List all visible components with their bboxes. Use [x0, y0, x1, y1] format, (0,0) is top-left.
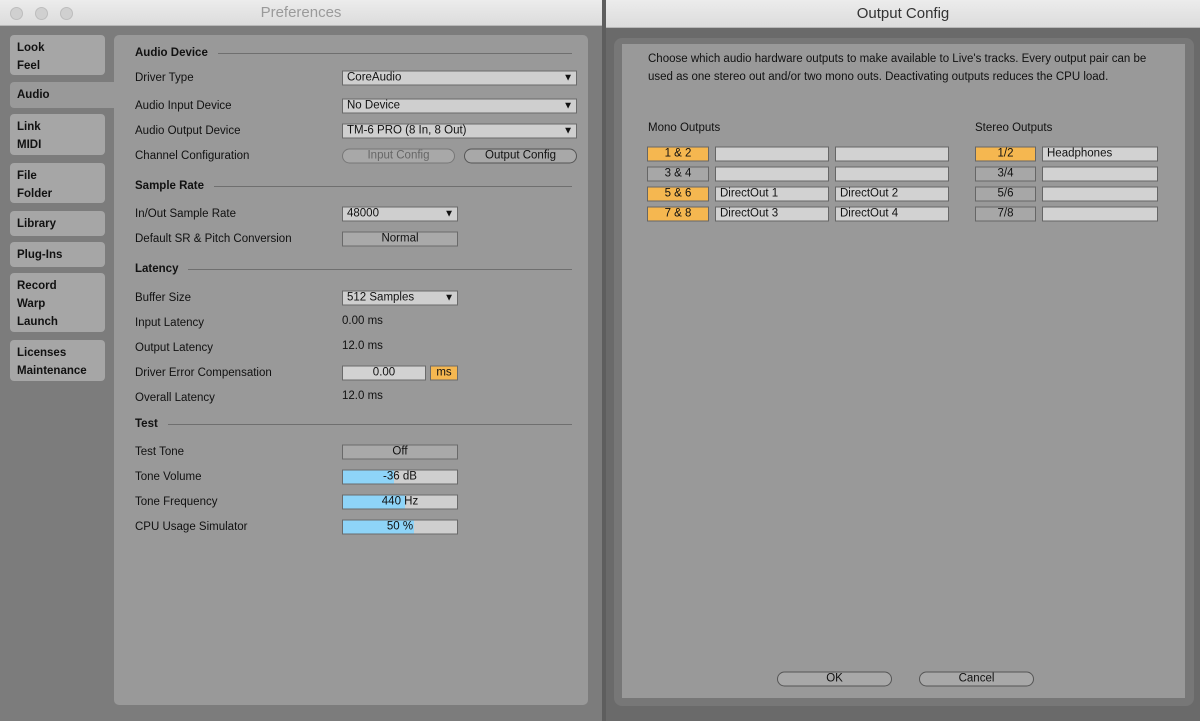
input-config-button[interactable]: Input Config [342, 148, 455, 164]
section-sample-rate: Sample Rate [135, 180, 572, 192]
tab-label: Launch [17, 316, 58, 328]
mono-outputs-heading: Mono Outputs [648, 122, 721, 134]
tone-frequency-slider[interactable]: 440 Hz [342, 494, 458, 510]
cpu-simulator-slider[interactable]: 50 % [342, 519, 458, 535]
driver-type-label: Driver Type [135, 72, 194, 84]
mono-pair-toggle[interactable]: 1 & 2 [647, 146, 709, 162]
tab-label: Feel [17, 60, 41, 72]
channel-config-label: Channel Configuration [135, 150, 250, 162]
section-latency: Latency [135, 263, 572, 275]
tone-volume-slider[interactable]: -36 dB [342, 469, 458, 485]
output-config-titlebar: Output Config [606, 0, 1200, 28]
driver-type-dropdown[interactable]: CoreAudio [342, 70, 577, 86]
tab-record-warp-launch[interactable]: Record Warp Launch [10, 273, 105, 332]
preferences-window: Preferences Look Feel Audio Link MIDI File… [0, 0, 602, 721]
tab-label: Licenses [17, 347, 67, 359]
input-device-dropdown[interactable]: No Device [342, 98, 577, 114]
stereo-name-field[interactable] [1042, 166, 1158, 182]
tab-label: Audio [17, 89, 50, 101]
dialog-title: Output Config [856, 5, 950, 22]
tone-frequency-label: Tone Frequency [135, 496, 218, 508]
tab-label: Library [17, 218, 56, 230]
test-tone-toggle[interactable]: Off [342, 444, 458, 460]
tab-label: MIDI [17, 139, 42, 151]
input-device-label: Audio Input Device [135, 100, 232, 112]
tone-volume-label: Tone Volume [135, 471, 202, 483]
tab-plug-ins[interactable]: Plug-Ins [10, 242, 105, 267]
overall-latency-label: Overall Latency [135, 392, 215, 404]
mono-pair-toggle[interactable]: 7 & 8 [647, 206, 709, 222]
stereo-pair-toggle[interactable]: 1/2 [975, 146, 1036, 162]
stereo-outputs-heading: Stereo Outputs [975, 122, 1053, 134]
mono-name-field[interactable]: DirectOut 2 [835, 186, 949, 202]
input-latency-value: 0.00 ms [342, 315, 383, 327]
tab-audio[interactable]: Audio [10, 82, 120, 108]
mono-name-field[interactable] [715, 146, 829, 162]
overall-latency-value: 12.0 ms [342, 390, 383, 402]
buffer-size-label: Buffer Size [135, 292, 192, 304]
tab-label: Link [17, 121, 41, 133]
conversion-button[interactable]: Normal [342, 231, 458, 247]
driver-error-label: Driver Error Compensation [135, 367, 272, 379]
input-latency-label: Input Latency [135, 317, 205, 329]
mono-name-field[interactable]: DirectOut 4 [835, 206, 949, 222]
output-latency-value: 12.0 ms [342, 340, 383, 352]
tab-label: Warp [17, 298, 46, 310]
tab-label: Folder [17, 188, 53, 200]
mono-pair-toggle[interactable]: 5 & 6 [647, 186, 709, 202]
stereo-pair-toggle[interactable]: 3/4 [975, 166, 1036, 182]
test-tone-label: Test Tone [135, 446, 185, 458]
stereo-pair-toggle[interactable]: 7/8 [975, 206, 1036, 222]
sample-rate-dropdown[interactable]: 48000 [342, 206, 458, 222]
output-config-description: Choose which audio hardware outputs to m… [648, 53, 1147, 83]
minimize-window-button[interactable] [35, 7, 48, 20]
zoom-window-button[interactable] [60, 7, 73, 20]
window-title: Preferences [260, 4, 342, 21]
stereo-name-field[interactable]: Headphones [1042, 146, 1158, 162]
tab-label: Maintenance [17, 365, 87, 377]
tab-link-midi[interactable]: Link MIDI [10, 114, 105, 155]
tab-label: Record [17, 280, 57, 292]
slider-value: 50 % [386, 520, 414, 533]
tab-file-folder[interactable]: File Folder [10, 163, 105, 203]
sample-rate-label: In/Out Sample Rate [135, 208, 236, 220]
tab-label: File [17, 170, 37, 182]
ok-button[interactable]: OK [777, 671, 892, 687]
output-config-button[interactable]: Output Config [464, 148, 577, 164]
mono-name-field[interactable]: DirectOut 1 [715, 186, 829, 202]
buffer-size-dropdown[interactable]: 512 Samples [342, 290, 458, 306]
mono-name-field[interactable] [835, 146, 949, 162]
slider-value: -36 dB [383, 470, 417, 483]
dialog-panel [622, 44, 1185, 698]
output-device-dropdown[interactable]: TM-6 PRO (8 In, 8 Out) [342, 123, 577, 139]
mono-name-field[interactable] [835, 166, 949, 182]
mono-name-field[interactable] [715, 166, 829, 182]
section-audio-device: Audio Device [135, 47, 572, 59]
tab-label: Look [17, 42, 45, 54]
tab-library[interactable]: Library [10, 211, 105, 236]
conversion-label: Default SR & Pitch Conversion [135, 233, 292, 245]
slider-value: 440 Hz [381, 495, 419, 508]
mono-name-field[interactable]: DirectOut 3 [715, 206, 829, 222]
tab-label: Plug-Ins [17, 249, 63, 261]
tab-licenses-maintenance[interactable]: Licenses Maintenance [10, 340, 105, 381]
stereo-name-field[interactable] [1042, 186, 1158, 202]
driver-error-unit-toggle[interactable]: ms [430, 365, 458, 381]
cpu-simulator-label: CPU Usage Simulator [135, 521, 248, 533]
section-test: Test [135, 418, 572, 430]
preferences-titlebar: Preferences [0, 0, 602, 26]
close-window-button[interactable] [10, 7, 23, 20]
driver-error-input[interactable]: 0.00 [342, 365, 426, 381]
stereo-name-field[interactable] [1042, 206, 1158, 222]
stereo-pair-toggle[interactable]: 5/6 [975, 186, 1036, 202]
output-latency-label: Output Latency [135, 342, 213, 354]
output-device-label: Audio Output Device [135, 125, 241, 137]
cancel-button[interactable]: Cancel [919, 671, 1034, 687]
mono-pair-toggle[interactable]: 3 & 4 [647, 166, 709, 182]
tab-look-feel[interactable]: Look Feel [10, 35, 105, 75]
